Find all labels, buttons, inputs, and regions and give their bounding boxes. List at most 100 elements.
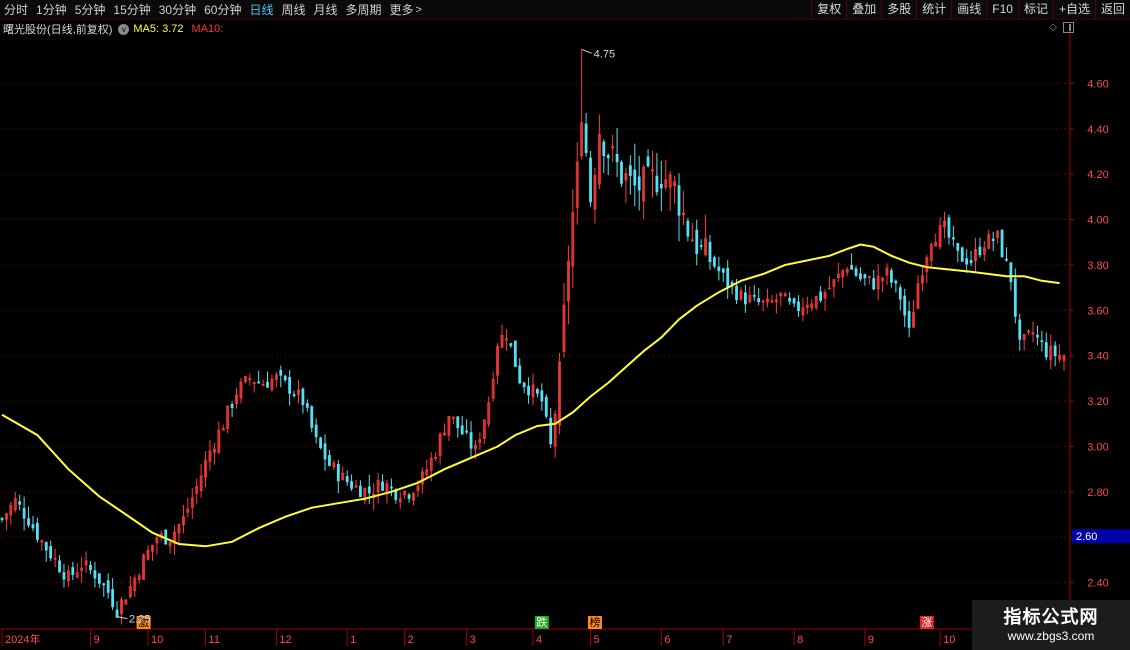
candle-body bbox=[726, 267, 730, 288]
candle-body bbox=[314, 424, 318, 438]
price-tick-label: 4.60 bbox=[1087, 78, 1108, 90]
candle-body bbox=[898, 287, 902, 300]
candle-body bbox=[1005, 258, 1008, 261]
candle-body bbox=[305, 403, 309, 408]
event-badge-label: 榜 bbox=[589, 615, 600, 629]
date-tick-label: 4 bbox=[536, 634, 542, 646]
candle-body bbox=[819, 291, 823, 301]
toolbar-action-button[interactable]: 多股 bbox=[881, 0, 916, 20]
candle-body bbox=[544, 396, 548, 417]
period-tab[interactable]: 周线 bbox=[277, 0, 309, 20]
candle-body bbox=[1000, 229, 1004, 258]
toolbar-action-button[interactable]: +自选 bbox=[1052, 0, 1095, 20]
price-tick-label: 2.80 bbox=[1087, 487, 1108, 499]
candle-body bbox=[97, 573, 101, 584]
candle-body bbox=[792, 298, 796, 304]
period-tab[interactable]: 更多 bbox=[386, 0, 418, 20]
candle-body bbox=[602, 141, 606, 157]
period-tabs: 分时 1分钟 5分钟 15分钟 30分钟 60分钟 日线 周线 月线 多周期 更多 > bbox=[0, 0, 422, 20]
candle-body bbox=[713, 257, 716, 267]
candle-body bbox=[1013, 278, 1017, 317]
candle-body bbox=[89, 564, 92, 571]
candle-body bbox=[894, 280, 898, 284]
kline-chart[interactable]: 2.40 2.60 2.80 3.00 3.20 3.40 3.60 3.80 4.00 4.20… bbox=[0, 0, 1130, 650]
candle-body bbox=[686, 220, 690, 237]
date-tick-label: 8 bbox=[797, 634, 803, 646]
candle-body bbox=[36, 522, 39, 540]
candle-body bbox=[513, 340, 517, 367]
price-axis: 2.40 2.60 2.80 3.00 3.20 3.40 3.60 3.80 4.00 4.20… bbox=[1069, 22, 1130, 628]
candle-body bbox=[637, 176, 641, 191]
candle-body bbox=[389, 486, 393, 489]
candle-body bbox=[93, 570, 97, 579]
candle-body bbox=[49, 546, 53, 559]
date-tick-label: 9 bbox=[94, 634, 100, 646]
date-tick-label: 9 bbox=[868, 634, 874, 646]
candle-body bbox=[744, 292, 747, 305]
chart-corner-icons: ◇ bbox=[1049, 22, 1074, 33]
candle-body bbox=[266, 381, 269, 388]
toolbar-action-button[interactable]: F10 bbox=[986, 0, 1018, 20]
period-tab[interactable]: 月线 bbox=[310, 0, 342, 20]
candle-body bbox=[903, 295, 907, 316]
period-tab[interactable]: 5分钟 bbox=[71, 0, 110, 20]
candle-body bbox=[606, 155, 610, 159]
candle-body bbox=[31, 524, 35, 529]
current-price-label: 2.60 bbox=[1076, 531, 1097, 543]
candle-body bbox=[0, 518, 4, 520]
period-tab[interactable]: 30分钟 bbox=[155, 0, 200, 20]
period-tab[interactable]: 15分钟 bbox=[109, 0, 154, 20]
low-marker-label: 2.25 bbox=[129, 614, 150, 626]
period-toolbar: 分时 1分钟 5分钟 15分钟 30分钟 60分钟 日线 周线 月线 多周期 更多 > 复权 叠加 多股统… bbox=[0, 0, 1130, 20]
candle-body bbox=[257, 381, 261, 384]
date-tick-label: 10 bbox=[151, 634, 163, 646]
ma-dropdown-icon[interactable]: v bbox=[118, 23, 130, 35]
high-marker-arrow bbox=[581, 48, 592, 54]
period-tab[interactable]: 1分钟 bbox=[32, 0, 71, 20]
toolbar-action-button[interactable]: 标记 bbox=[1017, 0, 1053, 20]
candle-body bbox=[1036, 334, 1039, 338]
candle-body bbox=[615, 153, 619, 163]
period-tab[interactable]: 日线 bbox=[245, 0, 277, 20]
toolbar-action-button[interactable]: 复权 bbox=[811, 0, 846, 20]
date-tick-label: 11 bbox=[209, 634, 220, 646]
candle-body bbox=[907, 311, 911, 328]
candle-body bbox=[102, 583, 106, 586]
candle-body bbox=[1018, 319, 1022, 340]
panel-toggle-icon[interactable] bbox=[1063, 22, 1074, 33]
chevron-right-icon[interactable]: > bbox=[416, 4, 422, 16]
period-tab[interactable]: 60分钟 bbox=[200, 0, 245, 20]
candle-body bbox=[956, 243, 960, 251]
candle-body bbox=[381, 481, 384, 491]
diamond-icon[interactable]: ◇ bbox=[1049, 22, 1057, 33]
period-tab[interactable]: 多周期 bbox=[342, 0, 386, 20]
candle-body bbox=[584, 123, 588, 153]
candle-body bbox=[1009, 262, 1013, 283]
watermark-url: www.zbgs3.com bbox=[1007, 629, 1095, 643]
toolbar-action-button[interactable]: 统计 bbox=[916, 0, 951, 20]
price-tick-label: 4.40 bbox=[1087, 124, 1108, 136]
date-tick-label: 10 bbox=[943, 634, 955, 646]
candle-body bbox=[646, 156, 650, 167]
price-tick-label: 3.80 bbox=[1087, 260, 1108, 272]
candle-body bbox=[279, 370, 283, 376]
candle-body bbox=[367, 486, 371, 494]
toolbar-action-button[interactable]: 叠加 bbox=[846, 0, 881, 20]
candle-body bbox=[22, 508, 26, 519]
action-buttons: 复权 叠加 多股 统计 画线 F10 标记 +自选 返回 bbox=[811, 0, 1130, 20]
period-tab[interactable]: 分时 bbox=[0, 0, 32, 20]
candle-body bbox=[850, 265, 853, 270]
toolbar-action-button[interactable]: 画线 bbox=[951, 0, 986, 20]
low-marker-arrow bbox=[116, 616, 128, 620]
candle-body bbox=[757, 298, 761, 303]
stock-title[interactable]: 曙光股份(日线,前复权) bbox=[0, 21, 112, 37]
candle-body bbox=[991, 238, 995, 241]
candle-body bbox=[345, 476, 349, 483]
candle-body bbox=[890, 270, 893, 283]
event-badge-label: 跌 bbox=[536, 615, 547, 629]
candle-body bbox=[359, 485, 362, 498]
candle-body bbox=[549, 417, 553, 445]
toolbar-action-button[interactable]: 返回 bbox=[1094, 0, 1130, 20]
candle-body bbox=[859, 273, 862, 280]
candle-body bbox=[965, 258, 969, 265]
